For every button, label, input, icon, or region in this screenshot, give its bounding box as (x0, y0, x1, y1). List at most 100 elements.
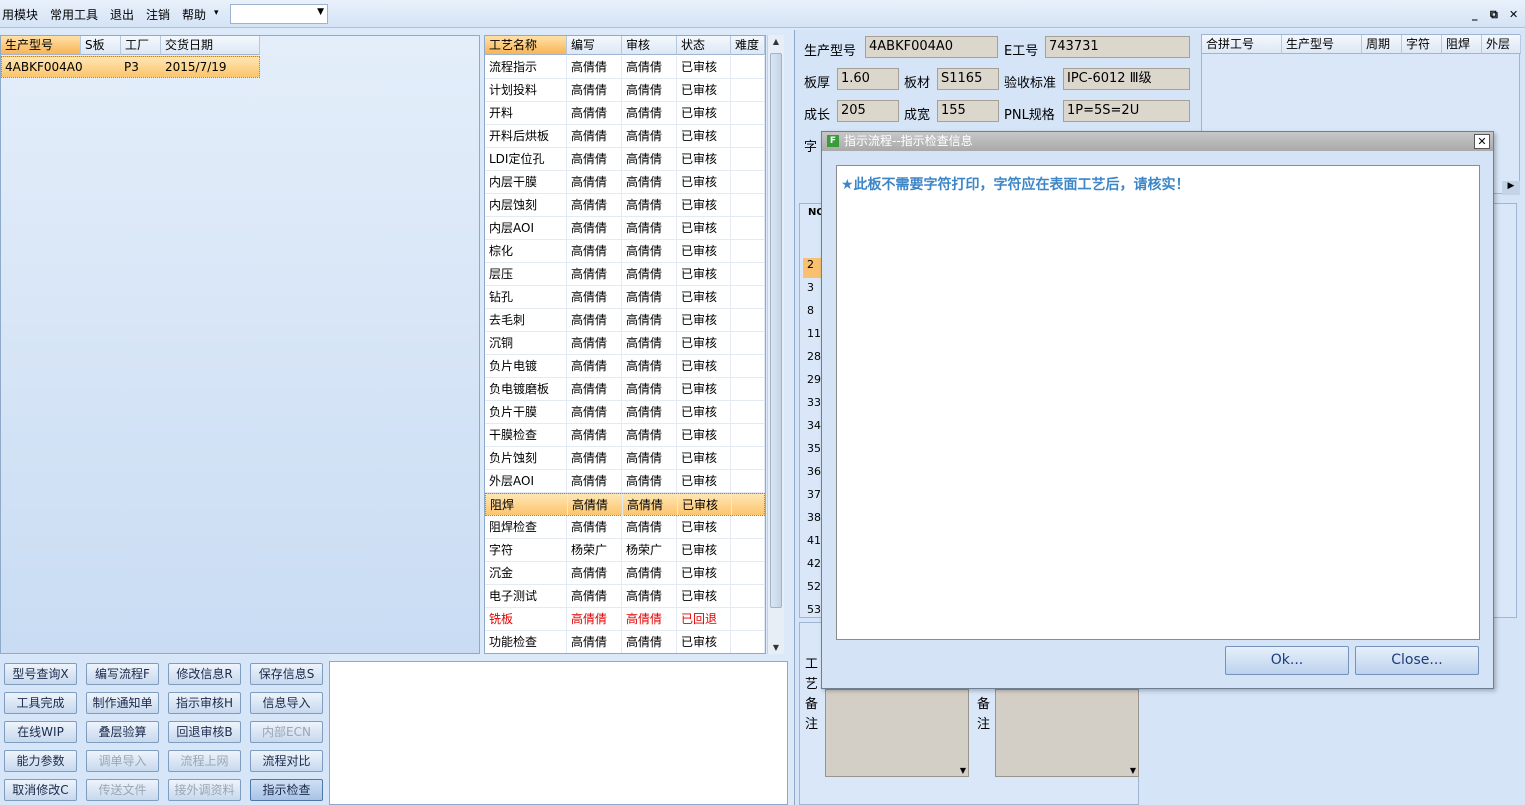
no-list-item[interactable]: 2 (807, 254, 814, 276)
make-notice-button[interactable]: 制作通知单 (86, 692, 159, 714)
table-row[interactable]: 流程指示 高倩倩 高倩倩 已审核 (485, 56, 765, 79)
restore-icon[interactable]: ⧉ (1490, 8, 1498, 22)
combine-col-outer[interactable]: 外层 (1482, 35, 1521, 54)
no-list-item[interactable]: 37 (807, 484, 821, 506)
process-col-status[interactable]: 状态 (677, 36, 731, 55)
combine-col-mask[interactable]: 阻焊 (1442, 35, 1482, 54)
minimize-icon[interactable]: _ (1472, 8, 1478, 21)
standard-field[interactable]: IPC-6012 Ⅲ级 (1063, 68, 1190, 90)
online-wip-button[interactable]: 在线WIP (4, 721, 77, 743)
modify-info-button[interactable]: 修改信息R (168, 663, 241, 685)
menu-exit[interactable]: 退出 (110, 6, 134, 23)
table-row[interactable]: 干膜检查 高倩倩 高倩倩 已审核 (485, 424, 765, 447)
no-list-item[interactable]: 53 (807, 599, 821, 621)
process-col-name[interactable]: 工艺名称 (485, 36, 567, 55)
rollback-review-button[interactable]: 回退审核B (168, 721, 241, 743)
flow-compare-button[interactable]: 流程对比 (250, 750, 323, 772)
table-row[interactable]: 开料后烘板 高倩倩 高倩倩 已审核 (485, 125, 765, 148)
thickness-field[interactable]: 1.60 (837, 68, 899, 90)
no-list-item[interactable]: 33 (807, 392, 821, 414)
table-row[interactable]: 字符 杨荣广 杨荣广 已审核 (485, 539, 765, 562)
close-button[interactable]: Close... (1355, 646, 1479, 675)
combine-col-no[interactable]: 合拼工号 (1202, 35, 1282, 54)
tool-complete-button[interactable]: 工具完成 (4, 692, 77, 714)
no-list-item[interactable]: 29 (807, 369, 821, 391)
table-row[interactable]: 内层AOI 高倩倩 高倩倩 已审核 (485, 217, 765, 240)
table-row[interactable]: 负电镀磨板 高倩倩 高倩倩 已审核 (485, 378, 765, 401)
orders-col-model[interactable]: 生产型号 (1, 36, 81, 55)
cancel-modify-button[interactable]: 取消修改C (4, 779, 77, 801)
table-row[interactable]: 负片蚀刻 高倩倩 高倩倩 已审核 (485, 447, 765, 470)
table-row[interactable]: 4ABKF004A0 P3 2015/7/19 (1, 56, 260, 78)
process-col-writer[interactable]: 编写 (567, 36, 622, 55)
combine-col-char[interactable]: 字符 (1402, 35, 1442, 54)
scroll-down-icon[interactable]: ▼ (768, 643, 784, 652)
menu-common-tools[interactable]: 常用工具 (50, 6, 98, 23)
table-row[interactable]: 阻焊 高倩倩 高倩倩 已审核 (485, 493, 765, 517)
table-row[interactable]: 沉铜 高倩倩 高倩倩 已审核 (485, 332, 765, 355)
note2-textarea[interactable]: ▼ (995, 689, 1139, 777)
menu-combo[interactable]: ▼ (230, 4, 328, 24)
combine-col-model[interactable]: 生产型号 (1282, 35, 1362, 54)
table-row[interactable]: 外层AOI 高倩倩 高倩倩 已审核 (485, 470, 765, 493)
no-list-item[interactable]: 8 (807, 300, 814, 322)
length-field[interactable]: 205 (837, 100, 899, 122)
menu-logout[interactable]: 注销 (146, 6, 170, 23)
write-flow-button[interactable]: 编写流程F (86, 663, 159, 685)
orders-col-date[interactable]: 交货日期 (161, 36, 260, 55)
table-row[interactable]: 开料 高倩倩 高倩倩 已审核 (485, 102, 765, 125)
save-info-button[interactable]: 保存信息S (250, 663, 323, 685)
no-list-item[interactable]: 34 (807, 415, 821, 437)
orders-col-s[interactable]: S板 (81, 36, 121, 55)
material-field[interactable]: S1165 (937, 68, 999, 90)
no-list-item[interactable]: 28 (807, 346, 821, 368)
no-list-item[interactable]: 36 (807, 461, 821, 483)
instruction-check-button[interactable]: 指示检查 (250, 779, 323, 801)
no-list-item[interactable]: 41 (807, 530, 821, 552)
info-import-button[interactable]: 信息导入 (250, 692, 323, 714)
table-row[interactable]: 功能检查 高倩倩 高倩倩 已审核 (485, 631, 765, 653)
process-col-difficulty[interactable]: 难度 (731, 36, 765, 55)
table-row[interactable]: 钻孔 高倩倩 高倩倩 已审核 (485, 286, 765, 309)
no-list-item[interactable]: 52 (807, 576, 821, 598)
scroll-down-icon[interactable]: ▼ (960, 766, 966, 775)
combine-col-cycle[interactable]: 周期 (1362, 35, 1402, 54)
instruction-review-button[interactable]: 指示审核H (168, 692, 241, 714)
table-row[interactable]: 铣板 高倩倩 高倩倩 已回退 (485, 608, 765, 631)
menu-modules[interactable]: 用模块 (2, 6, 38, 23)
pnl-field[interactable]: 1P=5S=2U (1063, 100, 1190, 122)
table-row[interactable]: 电子测试 高倩倩 高倩倩 已审核 (485, 585, 765, 608)
table-row[interactable]: 内层蚀刻 高倩倩 高倩倩 已审核 (485, 194, 765, 217)
scroll-down-icon[interactable]: ▼ (1130, 766, 1136, 775)
table-row[interactable]: 棕化 高倩倩 高倩倩 已审核 (485, 240, 765, 263)
table-row[interactable]: 负片电镀 高倩倩 高倩倩 已审核 (485, 355, 765, 378)
table-row[interactable]: 计划投料 高倩倩 高倩倩 已审核 (485, 79, 765, 102)
menu-help[interactable]: 帮助 (182, 6, 206, 23)
table-row[interactable]: 沉金 高倩倩 高倩倩 已审核 (485, 562, 765, 585)
scroll-thumb[interactable] (770, 53, 782, 608)
ok-button[interactable]: Ok... (1225, 646, 1349, 675)
close-icon[interactable]: ✕ (1509, 8, 1518, 21)
no-list-item[interactable]: 35 (807, 438, 821, 460)
table-row[interactable]: 负片干膜 高倩倩 高倩倩 已审核 (485, 401, 765, 424)
capability-params-button[interactable]: 能力参数 (4, 750, 77, 772)
orders-col-factory[interactable]: 工厂 (121, 36, 161, 55)
close-icon[interactable]: ✕ (1474, 134, 1490, 149)
stackup-check-button[interactable]: 叠层验算 (86, 721, 159, 743)
dialog-titlebar[interactable]: F 指示流程--指示检查信息 ✕ (822, 132, 1493, 151)
table-row[interactable]: 层压 高倩倩 高倩倩 已审核 (485, 263, 765, 286)
model-query-button[interactable]: 型号查询X (4, 663, 77, 685)
scroll-up-icon[interactable]: ▲ (768, 37, 784, 46)
process-col-reviewer[interactable]: 审核 (622, 36, 677, 55)
table-row[interactable]: LDI定位孔 高倩倩 高倩倩 已审核 (485, 148, 765, 171)
no-list-item[interactable]: 38 (807, 507, 821, 529)
note-textarea[interactable]: ▼ (825, 689, 969, 777)
chevron-down-icon[interactable]: ▾ (214, 8, 219, 18)
no-list-item[interactable]: 11 (807, 323, 821, 345)
width-field[interactable]: 155 (937, 100, 999, 122)
model-field[interactable]: 4ABKF004A0 (865, 36, 998, 58)
table-row[interactable]: 去毛刺 高倩倩 高倩倩 已审核 (485, 309, 765, 332)
eno-field[interactable]: 743731 (1045, 36, 1190, 58)
process-scrollbar[interactable]: ▲ ▼ (767, 35, 784, 654)
no-list-item[interactable]: 3 (807, 277, 814, 299)
